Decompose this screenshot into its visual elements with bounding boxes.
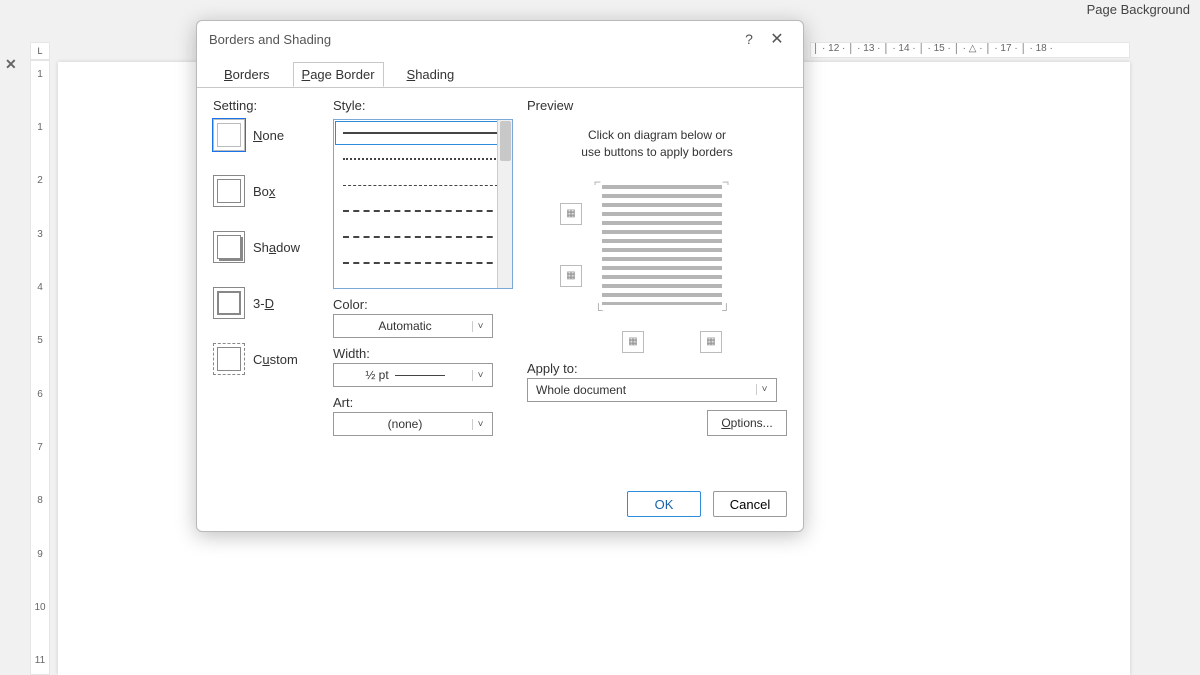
setting-none-icon (213, 119, 245, 151)
setting-custom[interactable]: Custom (213, 343, 333, 375)
dialog-title: Borders and Shading (209, 32, 735, 47)
dialog-titlebar: Borders and Shading ? ✕ (197, 21, 803, 57)
style-scrollbar[interactable] (497, 119, 513, 289)
setting-box-icon (213, 175, 245, 207)
preview-label: Preview (527, 98, 787, 113)
style-listbox[interactable] (333, 119, 513, 289)
setting-box[interactable]: Box (213, 175, 333, 207)
style-option-dashed-large[interactable] (334, 224, 512, 250)
style-option-dashed-small[interactable] (334, 172, 512, 198)
setting-3d-icon (213, 287, 245, 319)
borders-and-shading-dialog: Borders and Shading ? ✕ Borders Page Bor… (196, 20, 804, 532)
preview-page (602, 185, 722, 305)
style-option-dashdot[interactable] (334, 250, 512, 276)
border-bottom-button[interactable]: ▦ (560, 265, 582, 287)
options-button[interactable]: Options... (707, 410, 787, 436)
apply-to-dropdown[interactable]: Whole document ˅ (527, 378, 777, 402)
art-dropdown[interactable]: (none) ˅ (333, 412, 493, 436)
setting-custom-icon (213, 343, 245, 375)
style-option-dotted[interactable] (334, 146, 512, 172)
chevron-down-icon: ˅ (756, 384, 772, 395)
preview-diagram[interactable]: ⌐ ¬ └ ┘ ▦ ▦ ▦ ▦ (552, 175, 762, 355)
setting-shadow[interactable]: Shadow (213, 231, 333, 263)
setting-label: Setting: (213, 98, 333, 113)
close-icon[interactable]: ✕ (763, 29, 791, 49)
help-icon[interactable]: ? (735, 31, 763, 47)
crop-mark-icon: ⌐ (594, 175, 604, 185)
chevron-down-icon: ˅ (472, 370, 488, 381)
ruler-close-icon[interactable]: ✕ (5, 56, 17, 73)
style-option-dashed[interactable] (334, 198, 512, 224)
color-label: Color: (333, 297, 513, 312)
tab-shading[interactable]: Shading (398, 62, 464, 87)
style-option-solid[interactable] (334, 120, 512, 146)
chevron-down-icon: ˅ (472, 419, 488, 430)
crop-mark-icon: ¬ (722, 175, 732, 185)
width-label: Width: (333, 346, 513, 361)
dialog-tabs: Borders Page Border Shading (197, 57, 803, 87)
tab-page-border[interactable]: Page Border (293, 62, 384, 87)
chevron-down-icon: ˅ (472, 321, 488, 332)
ruler-corner: L (30, 42, 50, 60)
ruler-horizontal: │ · 12 · │ · 13 · │ · 14 · │ · 15 · │ · … (810, 42, 1130, 58)
border-left-button[interactable]: ▦ (622, 331, 644, 353)
ribbon-group-label: Page Background (1077, 0, 1200, 20)
preview-hint: Click on diagram below or use buttons to… (527, 127, 787, 161)
setting-shadow-icon (213, 231, 245, 263)
tab-borders[interactable]: Borders (215, 62, 279, 87)
crop-mark-icon: ┘ (722, 303, 732, 313)
color-dropdown[interactable]: Automatic ˅ (333, 314, 493, 338)
setting-3d[interactable]: 3-D (213, 287, 333, 319)
ruler-vertical: 1 1 2 3 4 5 6 7 8 9 10 11 (30, 60, 50, 675)
border-right-button[interactable]: ▦ (700, 331, 722, 353)
border-top-button[interactable]: ▦ (560, 203, 582, 225)
apply-to-label: Apply to: (527, 361, 787, 376)
style-label: Style: (333, 98, 513, 113)
width-dropdown[interactable]: ½ pt ˅ (333, 363, 493, 387)
cancel-button[interactable]: Cancel (713, 491, 787, 517)
ok-button[interactable]: OK (627, 491, 701, 517)
art-label: Art: (333, 395, 513, 410)
dialog-footer: OK Cancel (197, 477, 803, 531)
setting-none[interactable]: None (213, 119, 333, 151)
